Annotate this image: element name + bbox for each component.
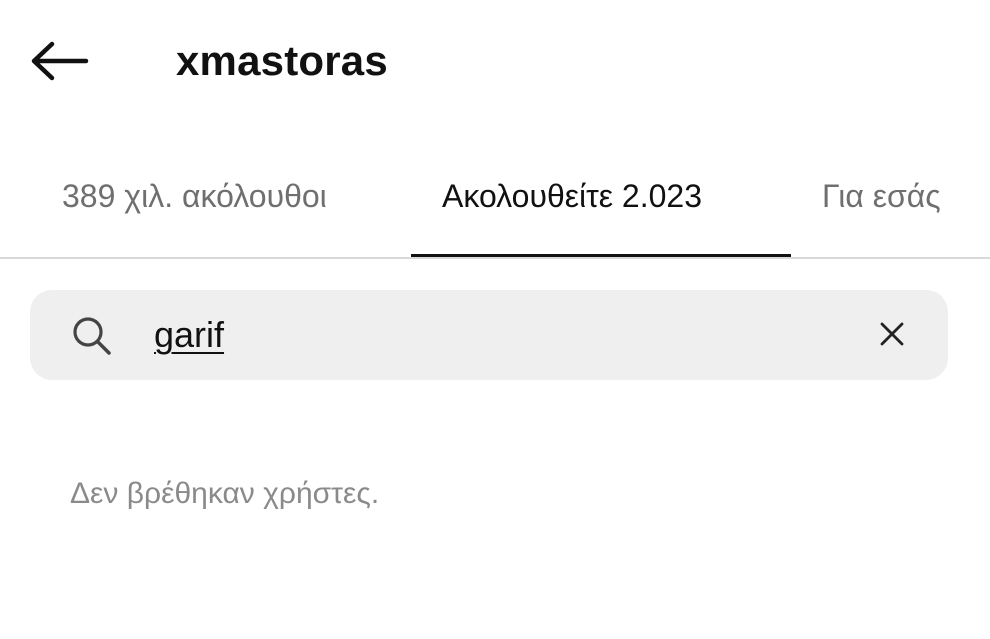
tab-followers[interactable]: 389 χιλ. ακόλουθοι	[62, 174, 327, 218]
tab-for-you[interactable]: Για εσάς	[822, 174, 941, 218]
tab-following[interactable]: Ακολουθείτε 2.023	[442, 174, 702, 218]
following-list-screen: xmastoras 389 χιλ. ακόλουθοι Ακολουθείτε…	[0, 0, 990, 639]
search-query-text[interactable]: garif	[154, 312, 224, 358]
no-results-message: Δεν βρέθηκαν χρήστες.	[70, 477, 380, 510]
tabs-divider	[0, 257, 990, 259]
profile-username: xmastoras	[176, 37, 388, 84]
follow-tabs: 389 χιλ. ακόλουθοι Ακολουθείτε 2.023 Για…	[0, 160, 990, 258]
back-button[interactable]	[26, 36, 92, 86]
close-icon	[879, 321, 905, 352]
arrow-left-icon	[28, 41, 90, 81]
search-input[interactable]: garif	[30, 290, 948, 380]
active-tab-indicator	[411, 254, 791, 257]
top-bar: xmastoras	[0, 0, 990, 120]
search-icon	[70, 314, 114, 358]
clear-search-button[interactable]	[872, 316, 912, 356]
